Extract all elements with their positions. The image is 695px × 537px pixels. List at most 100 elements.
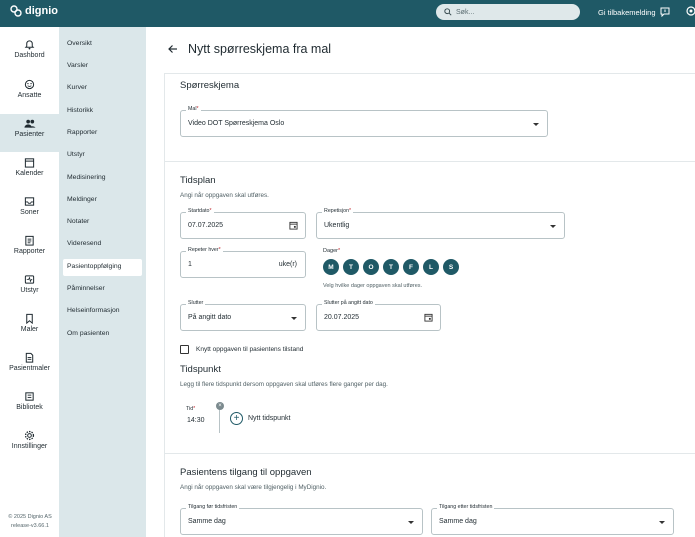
subnav-item-notater[interactable]: Notater	[67, 218, 89, 225]
feedback-label: Gi tilbakemelding	[598, 7, 656, 17]
header-divider	[164, 73, 695, 74]
chevron-down-icon	[659, 521, 665, 524]
link-condition-label: Knytt oppgaven til pasientens tilstand	[196, 346, 304, 353]
start-date-label: Startdato*	[186, 208, 214, 214]
access-after-label: Tilgang etter tidsfristen	[437, 504, 495, 510]
inbox-icon	[24, 197, 35, 206]
days-label: Dager*	[323, 248, 341, 254]
ends-value: På angitt dato	[188, 314, 232, 321]
subnav-item-varsler[interactable]: Varsler	[67, 62, 88, 69]
time-field[interactable]: Tid* 14:30	[180, 406, 220, 433]
day-toggle-friday[interactable]: F	[403, 259, 419, 275]
nav-label: Soner	[20, 209, 39, 216]
time-value: 14:30	[187, 417, 205, 424]
day-toggle-saturday[interactable]: L	[423, 259, 439, 275]
ends-select[interactable]: Slutter På angitt dato	[180, 300, 306, 331]
file-icon	[25, 352, 34, 363]
nav-item-pasientmaler[interactable]: Pasientmaler	[0, 348, 59, 386]
day-toggle-tuesday[interactable]: T	[343, 259, 359, 275]
day-toggle-wednesday[interactable]: O	[363, 259, 379, 275]
start-date-field[interactable]: Startdato* 07.07.2025	[180, 208, 306, 239]
calendar-icon	[24, 158, 35, 168]
section-divider	[164, 161, 695, 162]
nav-item-pasienter[interactable]: Pasienter	[0, 114, 59, 152]
access-before-select[interactable]: Tilgang før tidsfristen Samme dag	[180, 504, 423, 535]
repeat-every-field[interactable]: Repeter hver* 1 uke(r)	[180, 247, 306, 278]
subnav-item-helseinformasjon[interactable]: Helseinformasjon	[67, 307, 120, 314]
add-time-label: Nytt tidspunkt	[248, 415, 291, 422]
repeat-every-unit: uke(r)	[278, 261, 297, 268]
smile-icon	[24, 79, 35, 90]
time-label: Tid*	[186, 406, 196, 412]
subnav-item-om-pasienten[interactable]: Om pasienten	[67, 330, 109, 337]
library-icon	[25, 392, 34, 401]
page-title: Nytt spørreskjema fra mal	[188, 42, 332, 56]
calendar-icon[interactable]	[289, 221, 298, 230]
help-icon[interactable]	[686, 6, 695, 19]
nav-label: Ansatte	[17, 92, 42, 99]
section-divider	[164, 453, 695, 454]
end-date-label: Slutter på angitt dato	[322, 300, 375, 306]
nav-item-ansatte[interactable]: Ansatte	[0, 75, 59, 113]
repetition-select[interactable]: Repetisjon* Ukentlig	[316, 208, 565, 239]
logo-icon	[10, 5, 22, 17]
subnav-item-oversikt[interactable]: Oversikt	[67, 40, 92, 47]
subnav-item-utstyr[interactable]: Utstyr	[67, 151, 85, 158]
link-condition-checkbox[interactable]	[180, 345, 189, 354]
main-content: Nytt spørreskjema fra mal Spørreskjema M…	[146, 27, 695, 537]
repeat-every-value: 1	[188, 261, 192, 268]
dignio-logo[interactable]: dignio	[10, 5, 58, 17]
nav-label: Maler	[20, 326, 39, 333]
subnav-item-videresend[interactable]: Videresend	[67, 240, 101, 247]
nav-item-soner[interactable]: Soner	[0, 192, 59, 230]
subnav-item-kurver[interactable]: Kurver	[67, 84, 87, 91]
access-after-select[interactable]: Tilgang etter tidsfristen Samme dag	[431, 504, 674, 535]
day-toggle-thursday[interactable]: T	[383, 259, 399, 275]
search-input[interactable]: Søk...	[436, 4, 580, 20]
add-time-button[interactable]: + Nytt tidspunkt	[230, 412, 290, 425]
nav-item-maler[interactable]: Maler	[0, 309, 59, 347]
subnav-item-pasientoppfolging[interactable]: Pasientoppfølging	[63, 259, 142, 276]
subnav-item-medisinering[interactable]: Medisinering	[67, 174, 106, 181]
template-value: Video DOT Spørreskjema Oslo	[188, 120, 285, 127]
nav-item-utstyr[interactable]: Utstyr	[0, 270, 59, 308]
main-nav: Dashbord Ansatte Pasienter Kalender Sone…	[0, 27, 59, 537]
access-hint: Angi når oppgaven skal være tilgjengelig…	[180, 484, 327, 491]
subnav-item-historikk[interactable]: Historikk	[67, 107, 93, 114]
device-icon	[24, 275, 35, 284]
form-card-border	[164, 73, 165, 537]
day-toggle-monday[interactable]: M	[323, 259, 339, 275]
nav-item-innstillinger[interactable]: Innstillinger	[0, 426, 59, 464]
subnav-item-meldinger[interactable]: Meldinger	[67, 196, 97, 203]
end-date-field[interactable]: Slutter på angitt dato 20.07.2025	[316, 300, 441, 331]
feedback-button[interactable]: Gi tilbakemelding	[598, 7, 670, 17]
repetition-value: Ukentlig	[324, 222, 350, 229]
days-hint: Velg hvilke dager oppgaven skal utføres.	[323, 283, 423, 289]
nav-label: Pasientmaler	[9, 365, 50, 372]
back-arrow-icon[interactable]	[168, 44, 178, 54]
chevron-down-icon	[408, 521, 414, 524]
ends-label: Slutter	[186, 300, 206, 306]
nav-label: Utstyr	[20, 287, 39, 294]
template-select[interactable]: Mal* Video DOT Spørreskjema Oslo	[180, 106, 548, 137]
chevron-down-icon	[533, 123, 539, 126]
nav-label: Bibliotek	[16, 404, 43, 411]
end-date-value: 20.07.2025	[324, 314, 360, 321]
people-icon	[23, 119, 36, 128]
nav-item-bibliotek[interactable]: Bibliotek	[0, 387, 59, 425]
calendar-icon[interactable]	[424, 313, 433, 322]
nav-label: Innstillinger	[11, 443, 48, 450]
search-icon	[444, 8, 452, 16]
day-picker: M T O T F L S	[323, 259, 459, 275]
patient-subnav: Oversikt Varsler Kurver Historikk Rappor…	[59, 27, 146, 537]
day-toggle-sunday[interactable]: S	[443, 259, 459, 275]
nav-item-dashboard[interactable]: Dashbord	[0, 35, 59, 73]
nav-item-rapporter[interactable]: Rapporter	[0, 231, 59, 269]
subnav-item-paminnelser[interactable]: Påminnelser	[67, 285, 105, 292]
nav-label: Rapporter	[13, 248, 46, 255]
remove-time-icon[interactable]: ×	[216, 402, 224, 410]
subnav-item-rapporter[interactable]: Rapporter	[67, 129, 97, 136]
clipboard-icon	[25, 235, 34, 246]
nav-item-kalender[interactable]: Kalender	[0, 153, 59, 191]
timepoint-hint: Legg til flere tidspunkt dersom oppgaven…	[180, 381, 388, 388]
